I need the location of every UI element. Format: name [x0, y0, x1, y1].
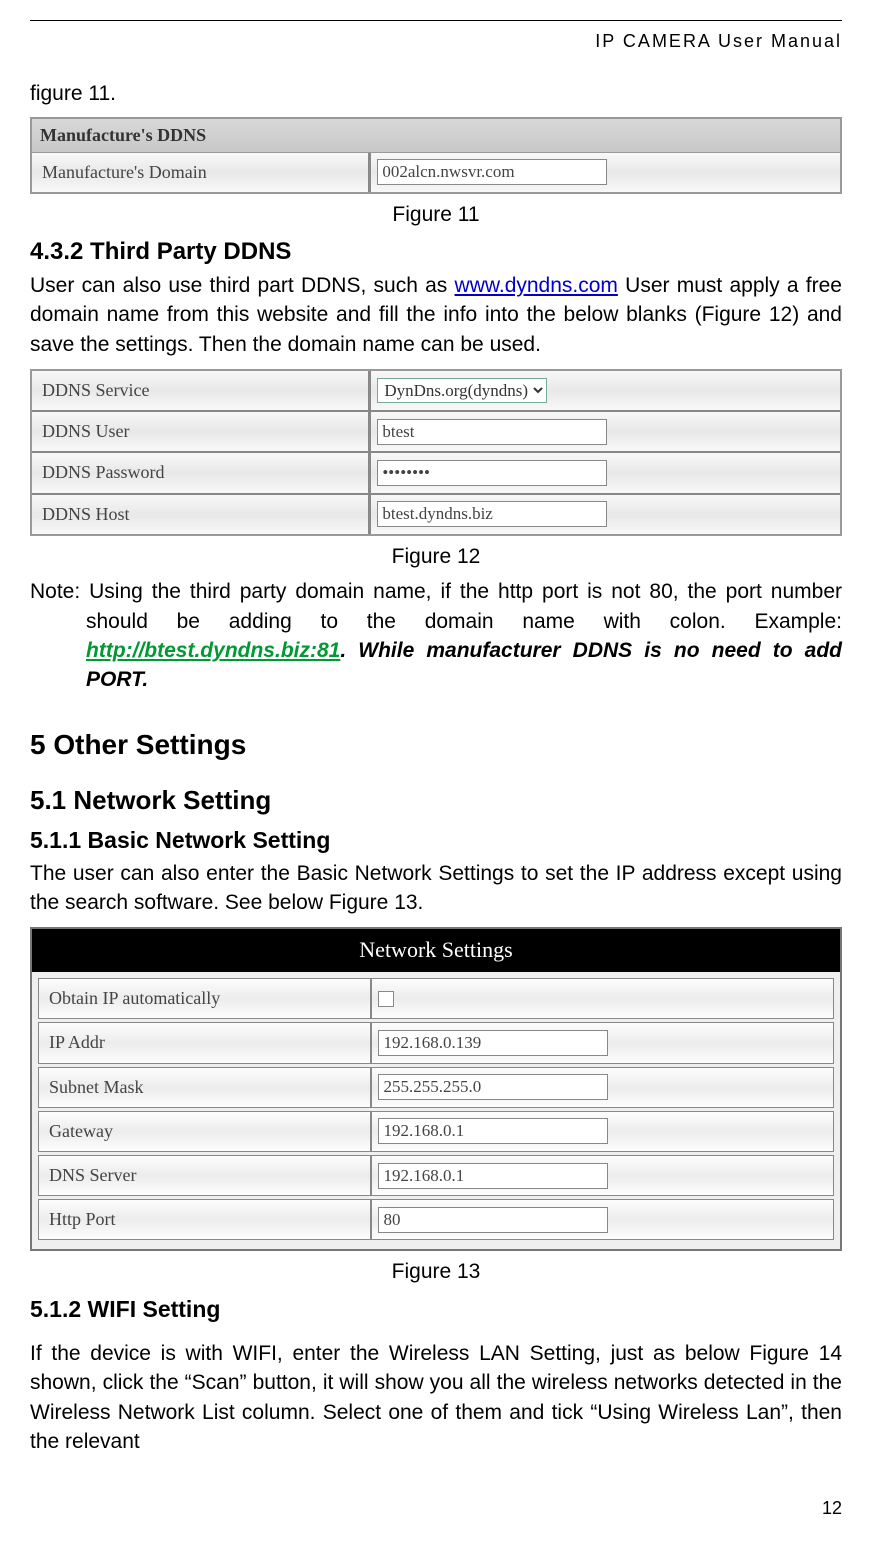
table-row: DDNS Password	[32, 453, 840, 494]
para-512: If the device is with WIFI, enter the Wi…	[30, 1339, 842, 1457]
note-text1: Using the third party domain name, if th…	[86, 580, 842, 632]
figure-12-table: DDNS Service DynDns.org(dyndns) DDNS Use…	[30, 369, 842, 536]
table-row: Manufacture's Domain	[32, 153, 840, 192]
table-row: IP Addr	[38, 1022, 834, 1063]
dyndns-link[interactable]: www.dyndns.com	[455, 274, 618, 297]
ddns-host-input[interactable]	[377, 501, 607, 527]
fig13-row0-cell	[372, 979, 833, 1018]
fig12-row0-cell: DynDns.org(dyndns)	[371, 371, 840, 410]
manufacture-domain-input[interactable]	[377, 159, 607, 185]
fig13-row4-cell	[372, 1156, 833, 1195]
gateway-input[interactable]	[378, 1118, 608, 1144]
figure-11-ref: figure 11.	[30, 79, 842, 108]
example-url-link[interactable]: http://btest.dyndns.biz:81	[86, 639, 340, 662]
heading-5: 5 Other Settings	[30, 725, 842, 764]
table-row: Subnet Mask	[38, 1067, 834, 1108]
figure-11-table: Manufacture's DDNS Manufacture's Domain	[30, 117, 842, 194]
fig13-row4-label: DNS Server	[39, 1156, 372, 1195]
table-row: DDNS User	[32, 412, 840, 453]
heading-4-3-2: 4.3.2 Third Party DDNS	[30, 235, 842, 269]
heading-5-1-1: 5.1.1 Basic Network Setting	[30, 824, 842, 856]
fig12-row3-cell	[371, 495, 840, 534]
table-row: Http Port	[38, 1199, 834, 1240]
fig12-row2-label: DDNS Password	[32, 453, 371, 492]
ddns-user-input[interactable]	[377, 419, 607, 445]
table-row: DDNS Host	[32, 495, 840, 534]
heading-5-1-2: 5.1.2 WIFI Setting	[30, 1293, 842, 1325]
fig12-row1-cell	[371, 412, 840, 451]
page-number: 12	[30, 1496, 842, 1521]
fig11-title: Manufacture's DDNS	[32, 119, 840, 153]
table-row: Gateway	[38, 1111, 834, 1152]
ddns-service-select[interactable]: DynDns.org(dyndns)	[377, 378, 547, 403]
figure-12-caption: Figure 12	[30, 542, 842, 571]
ddns-password-input[interactable]	[377, 460, 607, 486]
note-paragraph: Note: Using the third party domain name,…	[30, 577, 842, 695]
fig11-row0-cell	[371, 153, 840, 192]
obtain-ip-checkbox[interactable]	[378, 991, 394, 1007]
fig12-row2-cell	[371, 453, 840, 492]
fig11-row0-label: Manufacture's Domain	[32, 153, 371, 192]
subnet-mask-input[interactable]	[378, 1074, 608, 1100]
figure-13-table: Network Settings Obtain IP automatically…	[30, 927, 842, 1251]
fig13-row5-label: Http Port	[39, 1200, 372, 1239]
fig13-title: Network Settings	[32, 929, 840, 972]
table-row: DDNS Service DynDns.org(dyndns)	[32, 371, 840, 412]
fig12-row1-label: DDNS User	[32, 412, 371, 451]
fig13-row2-cell	[372, 1068, 833, 1107]
para-432: User can also use third part DDNS, such …	[30, 271, 842, 359]
fig13-row3-label: Gateway	[39, 1112, 372, 1151]
http-port-input[interactable]	[378, 1207, 608, 1233]
para-432-pre: User can also use third part DDNS, such …	[30, 274, 455, 297]
fig13-row1-cell	[372, 1023, 833, 1062]
fig12-row3-label: DDNS Host	[32, 495, 371, 534]
note-prefix: Note:	[30, 580, 89, 603]
fig13-row2-label: Subnet Mask	[39, 1068, 372, 1107]
figure-13-caption: Figure 13	[30, 1257, 842, 1286]
para-511: The user can also enter the Basic Networ…	[30, 859, 842, 918]
dns-server-input[interactable]	[378, 1163, 608, 1189]
heading-5-1: 5.1 Network Setting	[30, 782, 842, 818]
table-row: Obtain IP automatically	[38, 978, 834, 1019]
fig13-row1-label: IP Addr	[39, 1023, 372, 1062]
table-row: DNS Server	[38, 1155, 834, 1196]
figure-11-caption: Figure 11	[30, 200, 842, 229]
fig12-row0-label: DDNS Service	[32, 371, 371, 410]
ip-addr-input[interactable]	[378, 1030, 608, 1056]
fig13-row3-cell	[372, 1112, 833, 1151]
fig13-row5-cell	[372, 1200, 833, 1239]
page-header: IP CAMERA User Manual	[30, 20, 842, 54]
fig13-row0-label: Obtain IP automatically	[39, 979, 372, 1018]
